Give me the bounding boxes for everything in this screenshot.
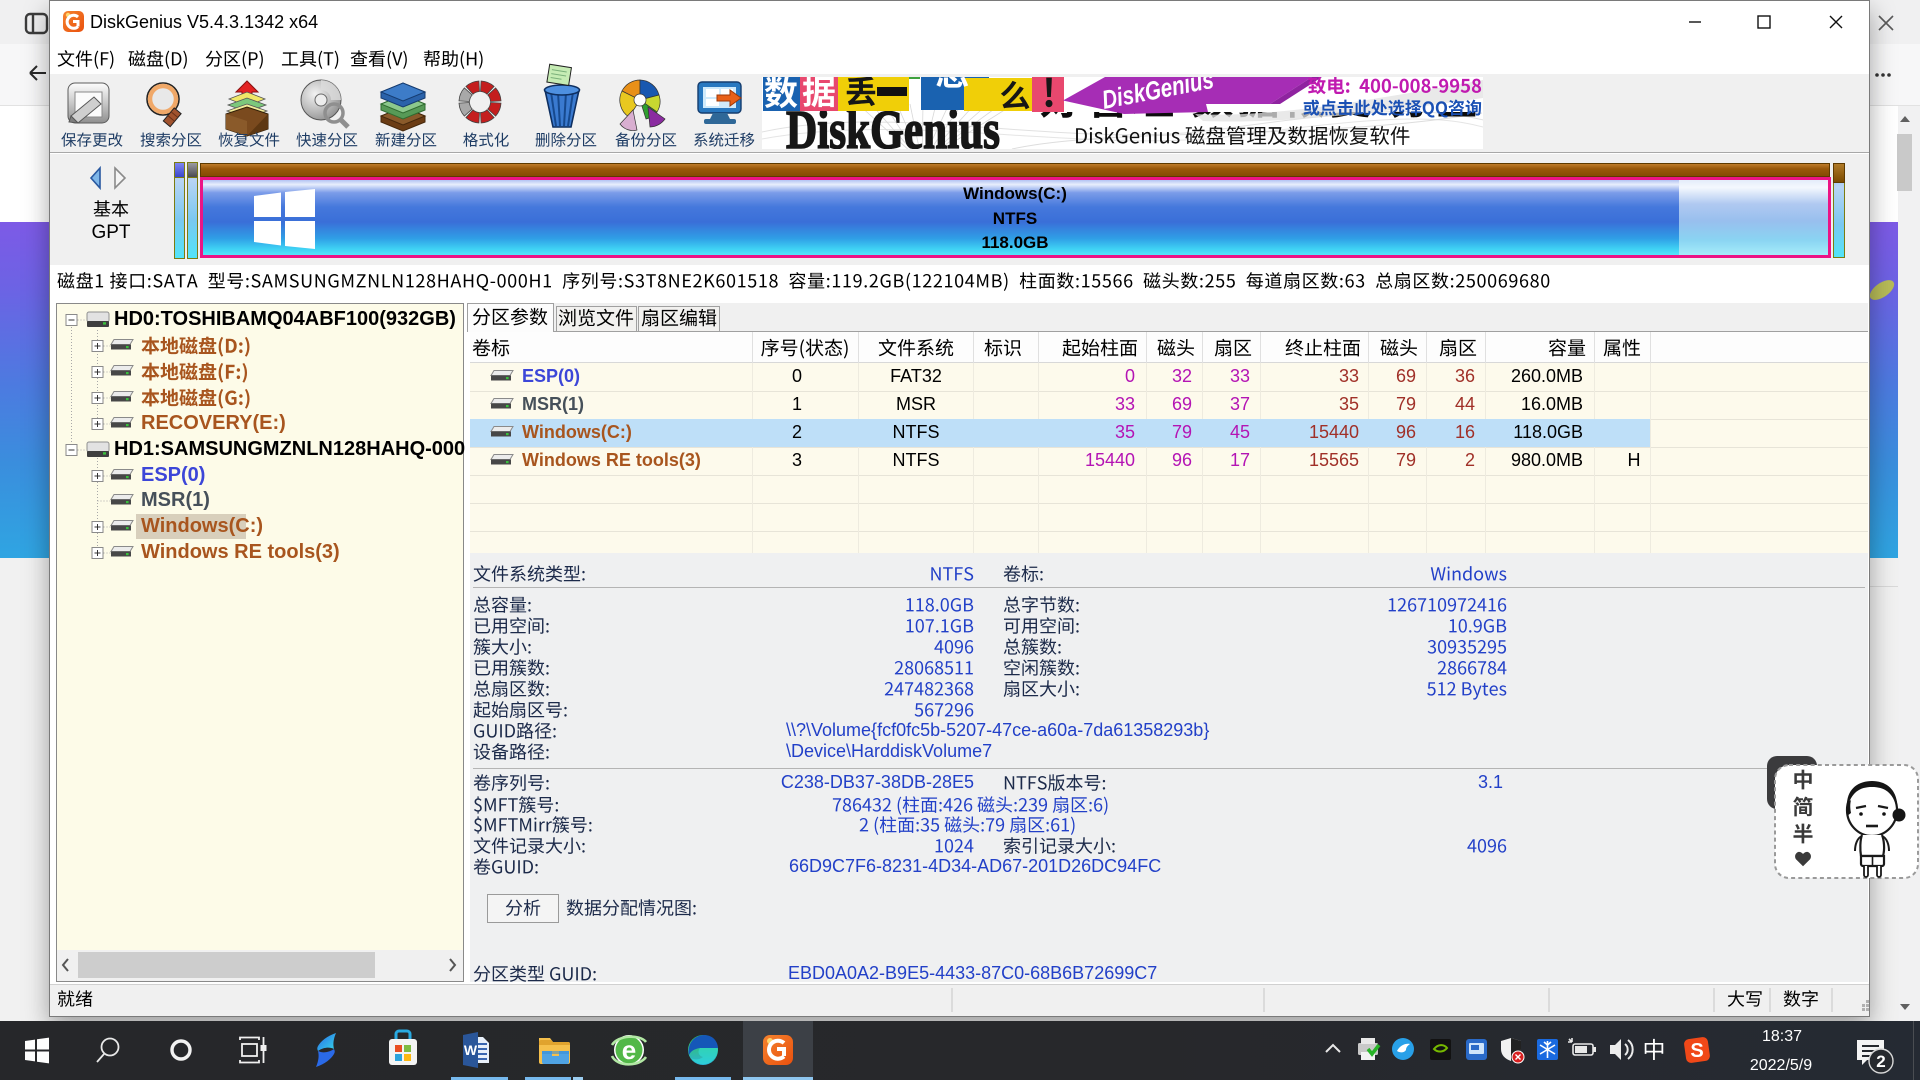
svg-text:W: W	[464, 1042, 478, 1058]
svg-text:2: 2	[1876, 1052, 1885, 1071]
svg-text:S: S	[1690, 1040, 1703, 1062]
svg-text:e: e	[622, 1035, 636, 1065]
